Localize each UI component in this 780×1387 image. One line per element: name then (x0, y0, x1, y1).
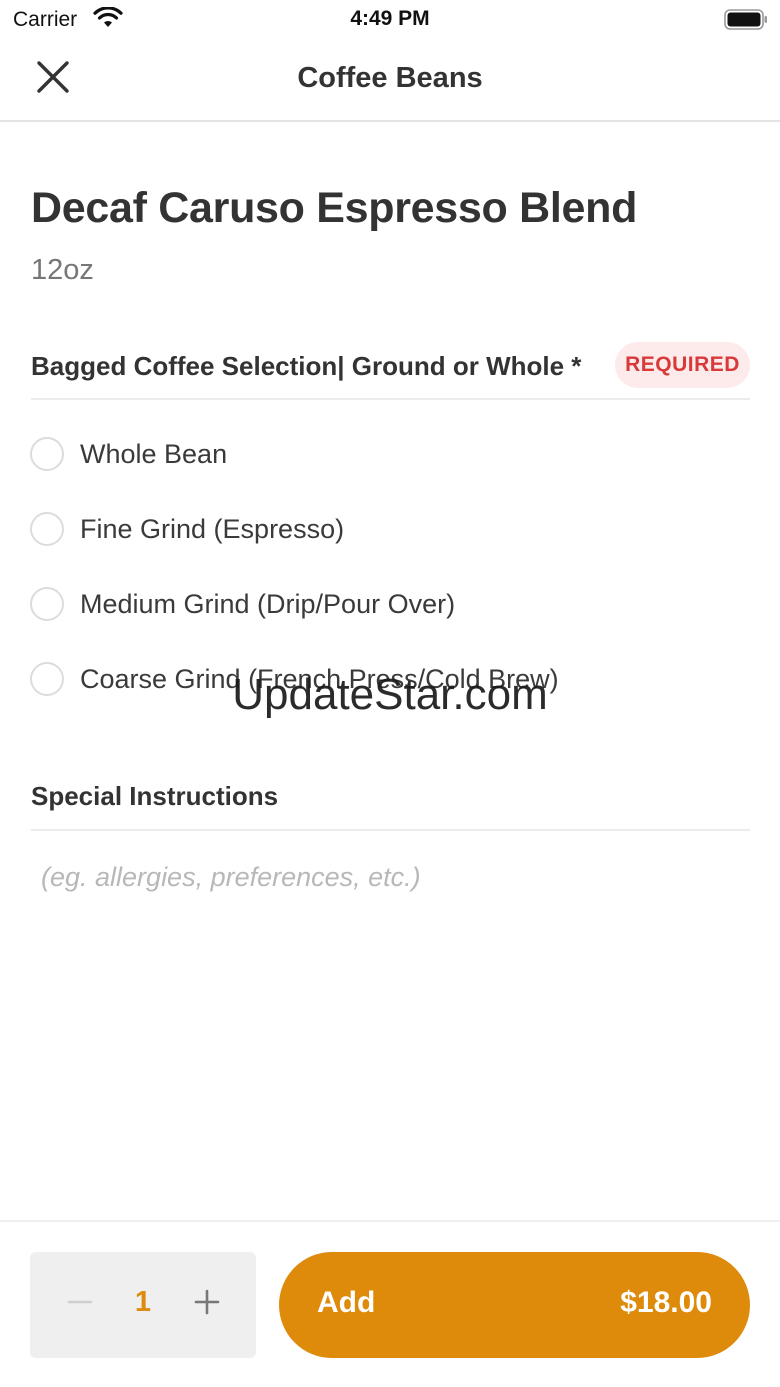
nav-bar: Coffee Beans (0, 40, 780, 122)
special-instructions-header: Special Instructions (31, 772, 750, 831)
option-whole-bean[interactable]: Whole Bean (30, 426, 750, 482)
option-label: Medium Grind (Drip/Pour Over) (80, 588, 456, 619)
battery-icon (724, 9, 768, 30)
required-badge: REQUIRED (615, 342, 750, 388)
option-medium-grind[interactable]: Medium Grind (Drip/Pour Over) (30, 576, 750, 632)
quantity-stepper: 1 (30, 1252, 256, 1358)
add-label: Add (317, 1286, 376, 1319)
product-size: 12oz (31, 254, 94, 286)
option-group-title: Bagged Coffee Selection| Ground or Whole… (31, 351, 582, 381)
nav-title: Coffee Beans (297, 62, 483, 94)
footer-bar: 1 Add $18.00 (0, 1220, 780, 1387)
decrement-button[interactable] (58, 1282, 102, 1326)
increment-button[interactable] (185, 1282, 229, 1326)
price-label: $18.00 (620, 1286, 712, 1319)
option-coarse-grind[interactable]: Coarse Grind (French Press/Cold Brew) (30, 651, 750, 707)
radio-button[interactable] (30, 512, 64, 546)
option-label: Coarse Grind (French Press/Cold Brew) (80, 663, 559, 694)
minus-icon (67, 1289, 93, 1320)
option-label: Fine Grind (Espresso) (80, 513, 345, 544)
product-title: Decaf Caruso Espresso Blend (31, 184, 638, 232)
special-instructions-title: Special Instructions (31, 781, 279, 811)
plus-icon (194, 1289, 220, 1320)
option-fine-grind[interactable]: Fine Grind (Espresso) (30, 501, 750, 557)
status-bar: Carrier 4:49 PM (0, 0, 780, 40)
quantity-value: 1 (134, 1286, 152, 1318)
clock: 4:49 PM (350, 7, 430, 30)
option-label: Whole Bean (80, 438, 228, 469)
add-to-order-button[interactable]: Add $18.00 (279, 1252, 750, 1358)
radio-button[interactable] (30, 662, 64, 696)
radio-button[interactable] (30, 437, 64, 471)
option-group-header: Bagged Coffee Selection| Ground or Whole… (31, 342, 750, 400)
special-instructions-input[interactable] (31, 850, 750, 940)
radio-button[interactable] (30, 587, 64, 621)
